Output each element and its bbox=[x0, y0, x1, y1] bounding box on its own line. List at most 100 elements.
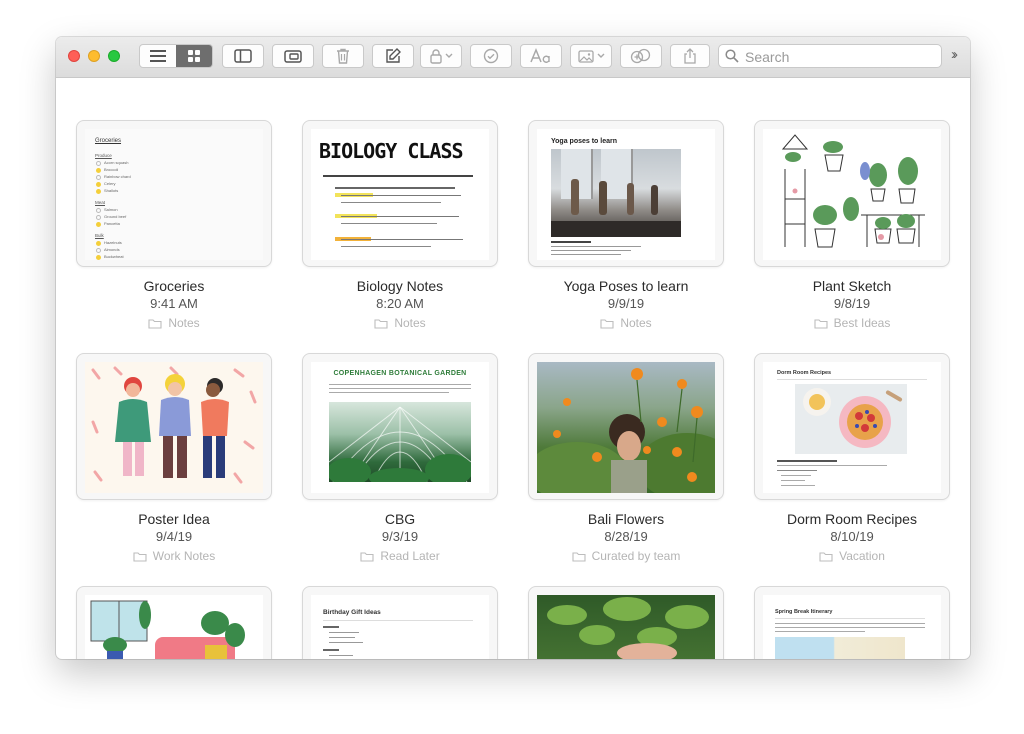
note-preview bbox=[85, 362, 263, 493]
preview-item: Acorn squash bbox=[104, 160, 129, 165]
attachments-browser-button[interactable] bbox=[272, 44, 314, 68]
preview-section: Meat bbox=[95, 200, 106, 205]
room-illustration bbox=[90, 600, 245, 659]
add-people-button[interactable] bbox=[620, 44, 662, 68]
sidebar-toggle-button[interactable] bbox=[222, 44, 264, 68]
preview-item: Broccoli bbox=[104, 167, 119, 172]
search-input[interactable] bbox=[743, 47, 937, 67]
note-title: Yoga Poses to learn bbox=[563, 278, 689, 294]
note-preview: Dorm Room Recipes bbox=[763, 362, 941, 493]
checkmark-circle-icon bbox=[483, 48, 499, 64]
share-button[interactable] bbox=[670, 44, 710, 68]
note-thumbnail[interactable] bbox=[528, 353, 724, 500]
preview-heading: BIOLOGY CLASS bbox=[319, 139, 464, 163]
list-icon bbox=[150, 50, 166, 62]
yoga-photo bbox=[551, 149, 681, 237]
note-folder: Curated by team bbox=[528, 549, 724, 563]
preview-heading: Spring Break Itinerary bbox=[775, 609, 833, 615]
note-title: Biology Notes bbox=[356, 278, 444, 294]
format-text-button[interactable] bbox=[520, 44, 562, 68]
note-folder-label: Work Notes bbox=[152, 549, 216, 563]
note-folder-label: Best Ideas bbox=[833, 316, 891, 330]
note-preview: Birthday Gift Ideas bbox=[311, 595, 489, 659]
delete-button[interactable] bbox=[322, 44, 364, 68]
note-folder-label: Vacation bbox=[839, 549, 885, 563]
note-date: 8:20 AM bbox=[376, 296, 424, 311]
note-preview bbox=[763, 129, 941, 260]
note-thumbnail[interactable] bbox=[76, 586, 272, 659]
folder-icon bbox=[814, 318, 828, 329]
preview-item: Shallots bbox=[104, 188, 119, 193]
search-field[interactable] bbox=[718, 44, 942, 68]
note-thumbnail[interactable]: Groceries Produce Acorn squash Broccoli … bbox=[76, 120, 272, 267]
photo-icon bbox=[577, 49, 594, 63]
note-thumbnail[interactable]: COPENHAGEN BOTANICAL GARDEN bbox=[302, 353, 498, 500]
note-title: Plant Sketch bbox=[812, 278, 892, 294]
note-preview: BIOLOGY CLASS bbox=[311, 129, 489, 260]
note-thumbnail[interactable] bbox=[76, 353, 272, 500]
gallery-view-button[interactable] bbox=[176, 45, 212, 67]
note-folder-label: Notes bbox=[394, 316, 426, 330]
folder-icon bbox=[148, 318, 162, 329]
chevron-down-icon bbox=[597, 53, 604, 58]
folder-icon bbox=[819, 551, 833, 562]
attachments-icon bbox=[284, 50, 302, 63]
note-title: Groceries bbox=[143, 278, 205, 294]
list-view-button[interactable] bbox=[140, 45, 176, 67]
preview-section: Produce bbox=[95, 153, 112, 158]
grid-icon bbox=[188, 50, 200, 62]
note-thumbnail[interactable]: Dorm Room Recipes bbox=[754, 353, 950, 500]
sidebar-icon bbox=[234, 49, 252, 63]
text-format-icon bbox=[530, 48, 550, 63]
note-date: 8/10/19 bbox=[830, 529, 874, 544]
zoom-window-button[interactable] bbox=[108, 50, 120, 62]
checklist-button[interactable] bbox=[470, 44, 512, 68]
preview-item: Salmon bbox=[104, 207, 118, 212]
compose-icon bbox=[386, 48, 401, 63]
folder-icon bbox=[133, 551, 147, 562]
view-mode-segmented-control bbox=[139, 44, 213, 68]
minimize-window-button[interactable] bbox=[88, 50, 100, 62]
poster-illustration bbox=[91, 366, 257, 484]
note-folder: Vacation bbox=[754, 549, 950, 563]
preview-heading: Birthday Gift Ideas bbox=[323, 609, 381, 616]
folder-icon bbox=[572, 551, 586, 562]
note-preview: Spring Break Itinerary bbox=[763, 595, 941, 659]
notes-window: ›› Groceries Produce Acorn squash Brocco… bbox=[56, 37, 970, 659]
plant-sketch-drawing bbox=[781, 134, 925, 248]
preview-item: Buckwheat bbox=[104, 254, 124, 259]
notes-gallery: Groceries Produce Acorn squash Broccoli … bbox=[56, 78, 970, 659]
preview-heading: Groceries bbox=[95, 138, 122, 144]
note-folder-label: Notes bbox=[620, 316, 652, 330]
note-preview: Groceries Produce Acorn squash Broccoli … bbox=[85, 129, 263, 260]
greenhouse-photo bbox=[329, 402, 471, 482]
toolbar: ›› bbox=[56, 37, 970, 78]
preview-item: Celery bbox=[104, 181, 116, 186]
insert-media-button[interactable] bbox=[570, 44, 612, 68]
note-thumbnail[interactable] bbox=[754, 120, 950, 267]
note-thumbnail[interactable] bbox=[528, 586, 724, 659]
note-folder-label: Read Later bbox=[380, 549, 440, 563]
close-window-button[interactable] bbox=[68, 50, 80, 62]
lock-note-button[interactable] bbox=[420, 44, 462, 68]
preview-section: Bulk bbox=[95, 233, 104, 238]
trash-icon bbox=[337, 48, 349, 64]
note-title: CBG bbox=[384, 511, 416, 527]
note-thumbnail[interactable]: Birthday Gift Ideas bbox=[302, 586, 498, 659]
note-preview bbox=[85, 595, 263, 659]
note-title: Dorm Room Recipes bbox=[787, 511, 917, 527]
note-folder: Read Later bbox=[302, 549, 498, 563]
note-date: 8/28/19 bbox=[604, 529, 648, 544]
note-date: 9/8/19 bbox=[833, 296, 871, 311]
folder-icon bbox=[600, 318, 614, 329]
new-note-button[interactable] bbox=[372, 44, 414, 68]
folder-icon bbox=[374, 318, 388, 329]
toolbar-overflow-button[interactable]: ›› bbox=[951, 46, 958, 63]
note-folder: Work Notes bbox=[76, 549, 272, 563]
note-thumbnail[interactable]: Spring Break Itinerary bbox=[754, 586, 950, 659]
flowers-photo bbox=[537, 368, 715, 493]
note-thumbnail[interactable]: Yoga poses to learn bbox=[528, 120, 724, 267]
note-thumbnail[interactable]: BIOLOGY CLASS bbox=[302, 120, 498, 267]
preview-heading: Yoga poses to learn bbox=[551, 138, 617, 145]
chevron-down-icon bbox=[445, 53, 452, 58]
